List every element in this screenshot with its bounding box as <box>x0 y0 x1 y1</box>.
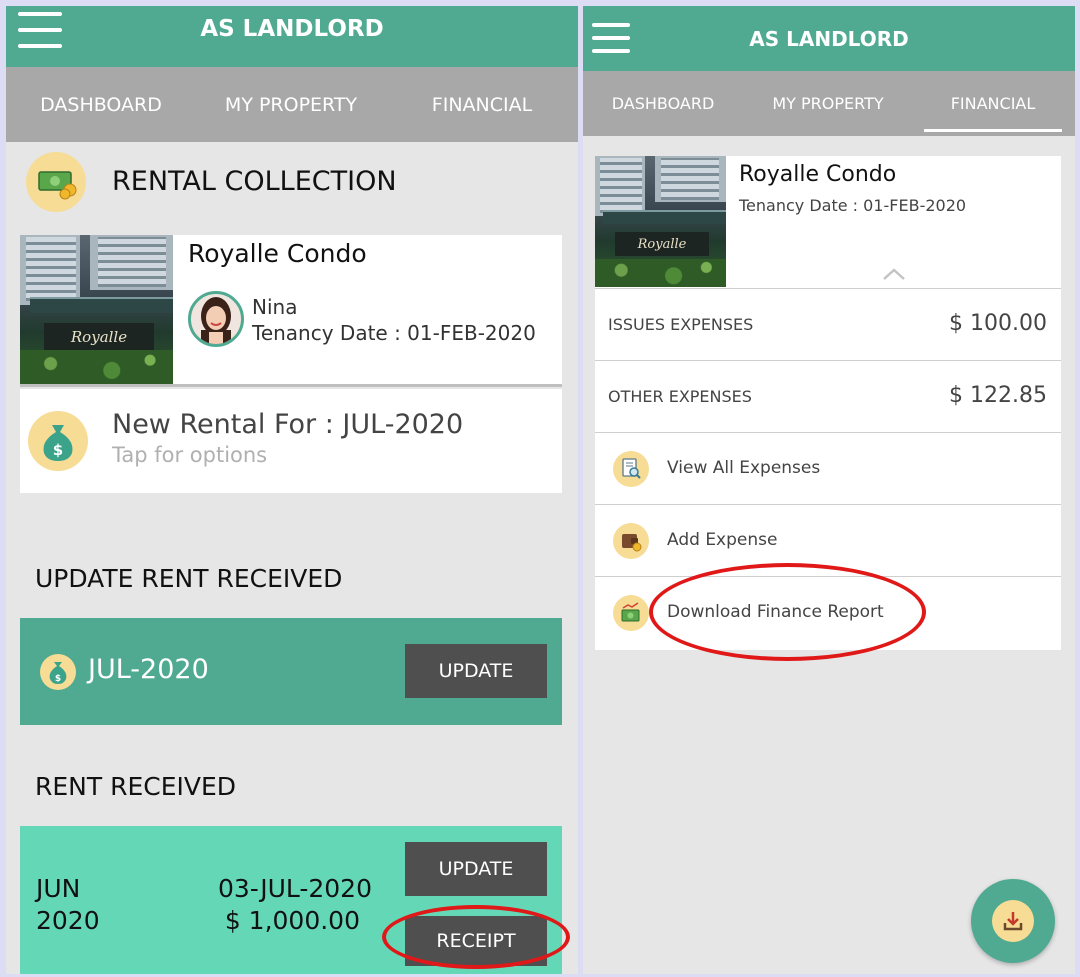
document-search-icon <box>613 451 649 487</box>
property-name: Royalle Condo <box>739 162 897 187</box>
highlight-ring <box>382 905 570 969</box>
money-bag-icon: $ <box>28 411 88 471</box>
tenant-avatar <box>188 291 244 347</box>
app-header: AS LANDLORD <box>583 6 1075 71</box>
new-rental-title: New Rental For : JUL-2020 <box>112 409 464 440</box>
property-photo: Royalle <box>20 235 173 384</box>
new-rental-subtitle: Tap for options <box>112 443 268 467</box>
view-all-expenses-row[interactable]: View All Expenses <box>595 433 1061 505</box>
tenancy-date: Tenancy Date : 01-FEB-2020 <box>252 321 536 345</box>
tenancy-date: Tenancy Date : 01-FEB-2020 <box>739 196 967 215</box>
update-rent-month: JUL-2020 <box>88 654 209 685</box>
money-bag-icon: $ <box>40 654 76 690</box>
money-icon <box>26 152 86 212</box>
money-chart-icon <box>613 595 649 631</box>
rent-amount: $ 1,000.00 <box>224 906 360 935</box>
highlight-ring <box>649 563 926 661</box>
update-rent-card: $ JUL-2020 UPDATE <box>20 618 562 725</box>
rental-collection-title: RENTAL COLLECTION <box>112 166 397 197</box>
wallet-coin-icon <box>613 523 649 559</box>
tab-financial[interactable]: FINANCIAL <box>918 71 1068 136</box>
download-fab[interactable] <box>971 879 1055 963</box>
expense-value: $ 122.85 <box>949 383 1047 408</box>
property-name: Royalle Condo <box>188 239 367 268</box>
photo-sign: Royalle <box>44 323 154 351</box>
tab-dashboard[interactable]: DASHBOARD <box>6 67 196 142</box>
update-rent-heading: UPDATE RENT RECEIVED <box>35 564 343 593</box>
app-title: AS LANDLORD <box>200 16 384 42</box>
property-photo: Royalle <box>595 156 726 287</box>
expense-label: ISSUES EXPENSES <box>608 315 754 334</box>
expense-label: OTHER EXPENSES <box>608 387 752 406</box>
tab-dashboard[interactable]: DASHBOARD <box>583 71 743 136</box>
update-button[interactable]: UPDATE <box>405 644 547 698</box>
svg-text:$: $ <box>53 441 63 459</box>
action-label: Add Expense <box>667 530 778 550</box>
right-screen: AS LANDLORD DASHBOARD MY PROPERTY FINANC… <box>583 6 1075 974</box>
rent-received-heading: RENT RECEIVED <box>35 772 237 801</box>
rent-month: JUN <box>36 874 81 903</box>
left-screen: AS LANDLORD DASHBOARD MY PROPERTY FINANC… <box>6 6 578 974</box>
active-tab-indicator <box>924 129 1062 132</box>
other-expenses-row[interactable]: OTHER EXPENSES $ 122.85 <box>595 361 1061 433</box>
app-header: AS LANDLORD <box>6 6 578 67</box>
rent-paid-date: 03-JUL-2020 <box>217 874 372 903</box>
chevron-up-icon[interactable] <box>882 266 906 280</box>
property-card[interactable]: Royalle Royalle Condo Nina Tenancy Date … <box>20 235 562 387</box>
svg-text:$: $ <box>55 674 61 684</box>
tab-bar: DASHBOARD MY PROPERTY FINANCIAL <box>6 67 578 142</box>
tab-my-property[interactable]: MY PROPERTY <box>743 71 913 136</box>
property-header[interactable]: Royalle Royalle Condo Tenancy Date : 01-… <box>595 156 1061 289</box>
tab-financial[interactable]: FINANCIAL <box>386 67 578 142</box>
tenant-name: Nina <box>252 295 298 319</box>
issues-expenses-row[interactable]: ISSUES EXPENSES $ 100.00 <box>595 289 1061 361</box>
action-label: View All Expenses <box>667 458 821 478</box>
rent-year: 2020 <box>36 906 100 935</box>
new-rental-card[interactable]: $ New Rental For : JUL-2020 Tap for opti… <box>20 389 562 493</box>
tab-my-property[interactable]: MY PROPERTY <box>196 67 386 142</box>
update-button[interactable]: UPDATE <box>405 842 547 896</box>
tab-bar: DASHBOARD MY PROPERTY FINANCIAL <box>583 71 1075 136</box>
download-icon <box>992 900 1034 942</box>
expense-value: $ 100.00 <box>949 311 1047 336</box>
photo-sign: Royalle <box>615 232 709 256</box>
app-title: AS LANDLORD <box>749 27 909 51</box>
